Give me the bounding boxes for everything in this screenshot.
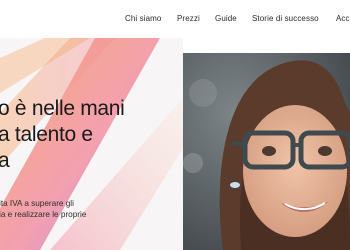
hero-headline-line: a: [0, 149, 10, 172]
nav-link-accedi[interactable]: Acce: [336, 14, 350, 23]
hero-section: o è nelle mani a talento e a ita IVA a s…: [0, 38, 350, 250]
nav-link-storie-di-successo[interactable]: Storie di successo: [252, 14, 319, 23]
nav-link-prezzi[interactable]: Prezzi: [177, 14, 200, 23]
woman-with-glasses-photo: [183, 53, 350, 250]
hero-photo: [183, 53, 350, 250]
hero-description: ita IVA a superare gli ia e realizzare l…: [0, 198, 86, 220]
top-navigation: Chi siamo Prezzi Guide Storie di success…: [0, 0, 350, 38]
hero-description-line: ia e realizzare le proprie: [0, 210, 87, 219]
hero-headline-line: a talento e: [0, 123, 93, 146]
nav-link-guide[interactable]: Guide: [215, 14, 237, 23]
hero-text-panel: o è nelle mani a talento e a ita IVA a s…: [0, 38, 183, 250]
hero-headline: o è nelle mani a talento e a: [0, 96, 125, 174]
hero-headline-line: o è nelle mani: [0, 97, 125, 120]
nav-link-chi-siamo[interactable]: Chi siamo: [125, 14, 161, 23]
hero-description-line: ita IVA a superare gli: [0, 199, 74, 208]
